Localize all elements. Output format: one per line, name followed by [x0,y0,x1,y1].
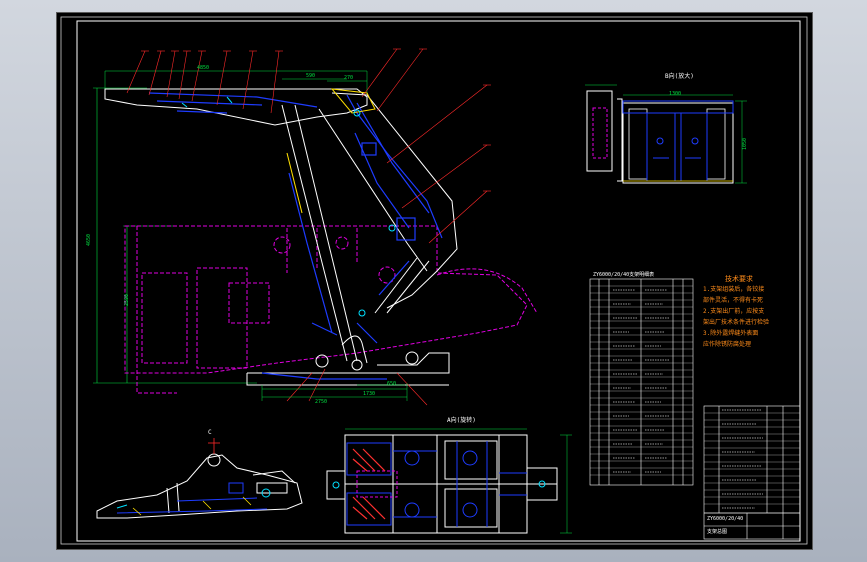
tech-req-line-4: 架出厂技术条件进行检验 [703,319,770,326]
side-view-b [585,84,747,184]
dim-top-small: 270 [344,75,354,81]
main-side-view [93,48,538,406]
top-view-a [326,428,572,534]
dim-bottom-2: 2750 [315,399,328,405]
dim-left-height: 4650 [86,233,93,247]
tech-req-line-1: 1.支架组装后，各铰接 [703,286,765,293]
tech-req-line-5: 3.除外露焊缝外表面 [703,330,759,337]
parts-list-title: ZY6000/20/40支架明细表 [593,272,655,278]
title-block-name: 支架总图 [707,529,728,535]
title-block-drawing-no: ZY6000/20/40 [707,516,744,522]
dim-bottom-1: 1730 [363,391,376,397]
view-label-a: A向(旋转) [447,417,476,424]
dim-left-vertical: 2590 [124,293,131,307]
outer-frame [60,16,808,545]
dim-top-overall: 4850 [197,65,210,71]
tech-req-line-6: 应作除锈防腐处理 [703,341,752,348]
cad-drawing-area[interactable]: B向(放大) A向(旋转) C 4850 590 270 1730 2750 6… [56,12,813,550]
inner-frame [76,20,801,542]
tech-req-line-3: 2.支架出厂前，应按支 [703,308,765,315]
view-label-c: C [208,429,212,436]
dim-right-view-w: 1300 [669,91,682,97]
tech-requirements: 技术要求 1.支架组装后，各铰接 部件灵活，不得有卡死 2.支架出厂前，应按支 … [703,275,803,350]
dim-right-view-h: 1050 [742,137,749,151]
dim-top-mid: 590 [306,73,316,79]
tech-req-line-2: 部件灵活，不得有卡死 [703,297,764,304]
tech-requirements-title: 技术要求 [725,275,753,283]
parts-table [589,278,694,486]
drawing-canvas [60,16,808,545]
view-label-b: B向(放大) [665,73,694,80]
detail-view-c [96,438,303,519]
dim-bottom-3: 650 [387,381,397,387]
